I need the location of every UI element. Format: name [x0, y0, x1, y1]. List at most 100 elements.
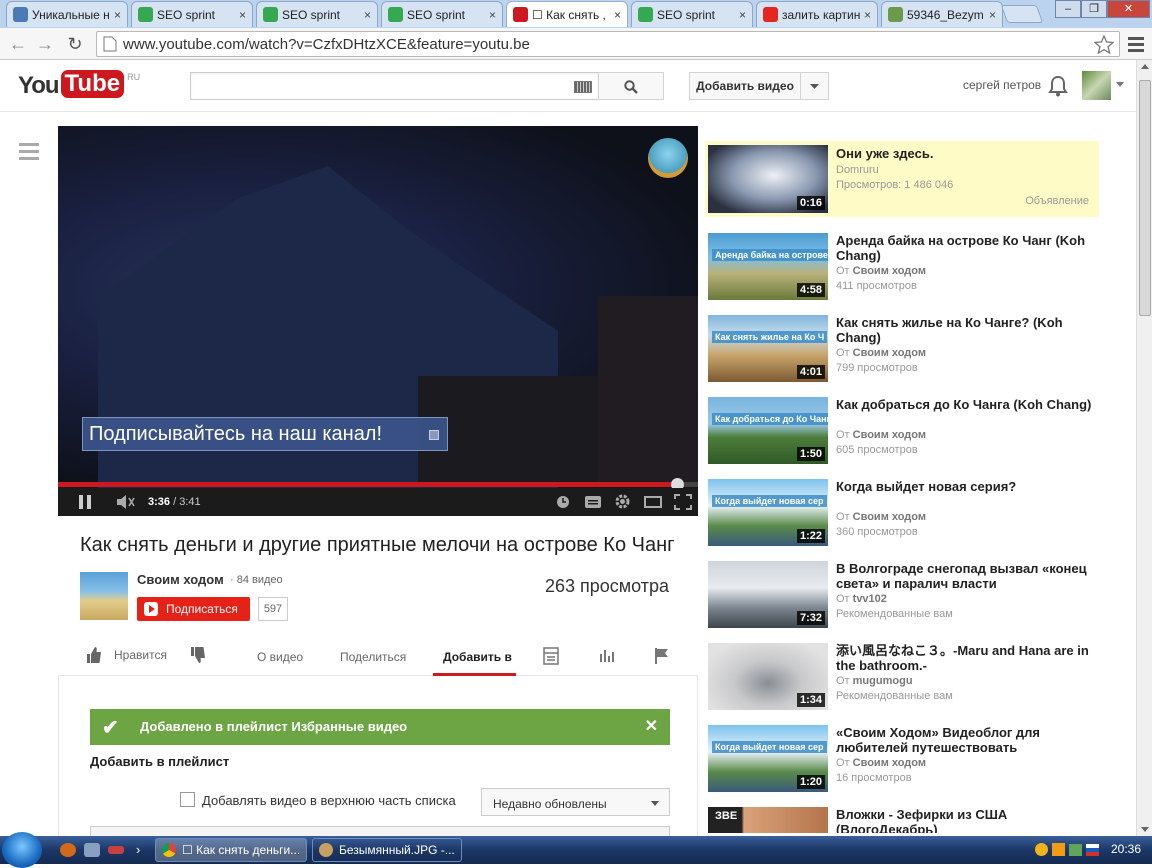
channel-link[interactable]: Своим ходом: [853, 757, 926, 769]
channel-link[interactable]: Своим ходом: [853, 265, 926, 277]
watch-later-icon[interactable]: [556, 495, 570, 511]
related-thumbnail[interactable]: 7:32: [708, 561, 828, 628]
search-button[interactable]: [598, 72, 664, 100]
tab-close-icon[interactable]: ×: [364, 8, 371, 22]
tray-network-icon[interactable]: [1069, 844, 1082, 856]
ad-thumbnail[interactable]: 0:16: [708, 145, 828, 213]
tab-close-icon[interactable]: ×: [239, 8, 246, 22]
annotation-subscribe[interactable]: Подписывайтесь на наш канал!: [82, 417, 448, 451]
related-title[interactable]: В Волгограде снегопад вызвал «конец свет…: [836, 561, 1096, 591]
statistics-icon[interactable]: [599, 648, 615, 664]
tab-close-icon[interactable]: ×: [739, 8, 746, 22]
related-thumbnail[interactable]: Как снять жилье на Ко Ч 4:01: [708, 315, 828, 382]
search-input[interactable]: [190, 72, 599, 100]
tab-add-to[interactable]: Добавить в: [433, 636, 516, 676]
related-title[interactable]: Как снять жилье на Ко Чанге? (Koh Chang): [836, 315, 1096, 345]
sidebar-ad[interactable]: 0:16 Они уже здесь. Domruru Просмотров: …: [705, 141, 1099, 217]
tab-close-icon[interactable]: ×: [489, 8, 496, 22]
scrollbar-thumb[interactable]: [1139, 80, 1151, 316]
back-icon[interactable]: ←: [6, 32, 30, 56]
channel-link[interactable]: mugumogu: [853, 675, 913, 687]
add-video-button[interactable]: Добавить видео: [689, 72, 801, 100]
related-video[interactable]: ЗВЕ Вложки - Зефирки из США (ВлогоДекабрь…: [707, 807, 1099, 833]
account-dropdown-icon[interactable]: [1116, 82, 1124, 87]
related-video[interactable]: Когда выйдет новая сер 1:20 «Своим Ходом» …: [707, 725, 1099, 793]
browser-tab[interactable]: Уникальные н ×: [6, 1, 128, 27]
network-icon[interactable]: [84, 843, 100, 857]
new-tab-button[interactable]: [1000, 5, 1044, 23]
minimize-button[interactable]: –: [1055, 0, 1081, 18]
language-flag-icon[interactable]: [1086, 844, 1099, 856]
channel-link[interactable]: Своим ходом: [853, 511, 926, 523]
related-thumbnail[interactable]: ЗВЕ: [708, 807, 828, 833]
tab-close-icon[interactable]: ×: [989, 8, 996, 22]
related-title[interactable]: Как добраться до Ко Чанга (Koh Chang): [836, 397, 1096, 412]
checkbox-label[interactable]: Добавлять видео в верхнюю часть списка: [202, 793, 456, 808]
subscribe-button[interactable]: Подписаться: [137, 597, 250, 621]
related-title[interactable]: Когда выйдет новая серия?: [836, 479, 1096, 494]
close-window-button[interactable]: ✕: [1107, 0, 1150, 18]
related-thumbnail[interactable]: Когда выйдет новая сер 1:22: [708, 479, 828, 546]
channel-name[interactable]: Своим ходом: [137, 572, 224, 587]
channel-link[interactable]: Своим ходом: [853, 347, 926, 359]
pause-icon[interactable]: [78, 494, 92, 510]
user-avatar[interactable]: [1082, 71, 1111, 100]
scroll-down-icon[interactable]: [1141, 827, 1149, 832]
browser-tab[interactable]: SEO sprint ×: [131, 1, 253, 27]
thumbs-down-icon[interactable]: [190, 646, 206, 664]
browser-tab[interactable]: 59346_Bezym ×: [881, 1, 1003, 27]
tab-share[interactable]: Поделиться: [340, 650, 406, 664]
related-title[interactable]: «Своим Ходом» Видеоблог для любителей пу…: [836, 725, 1096, 755]
username[interactable]: сергей петров: [963, 78, 1041, 92]
tray-app-icon[interactable]: [1052, 843, 1065, 856]
tab-close-icon[interactable]: ×: [864, 8, 871, 22]
keyboard-icon[interactable]: [574, 81, 592, 93]
scroll-up-icon[interactable]: [1141, 64, 1149, 69]
transcript-icon[interactable]: [543, 647, 559, 665]
bookmark-star-icon[interactable]: [1094, 35, 1114, 54]
related-title[interactable]: Аренда байка на острове Ко Чанг (Koh Cha…: [836, 233, 1096, 263]
fullscreen-icon[interactable]: [674, 494, 692, 510]
channel-avatar[interactable]: [80, 572, 128, 620]
related-video[interactable]: Как снять жилье на Ко Ч 4:01 Как снять жил…: [707, 315, 1099, 383]
related-thumbnail[interactable]: Когда выйдет новая сер 1:20: [708, 725, 828, 792]
settings-gear-icon[interactable]: [614, 493, 631, 509]
volume-icon[interactable]: [116, 494, 136, 510]
channel-link[interactable]: tvv102: [853, 593, 887, 605]
youtube-logo[interactable]: You Tube RU: [18, 68, 140, 100]
taskbar-task[interactable]: ☐ Как снять деньги...: [155, 838, 307, 862]
guide-menu-icon[interactable]: [19, 143, 39, 161]
app-icon[interactable]: [108, 846, 124, 854]
related-thumbnail[interactable]: 1:34: [708, 643, 828, 710]
thumbs-up-icon[interactable]: [86, 646, 102, 664]
channel-watermark[interactable]: [648, 138, 688, 178]
address-bar[interactable]: www.youtube.com/watch?v=CzfxDHtzXCE&feat…: [96, 31, 1120, 57]
add-video-dropdown[interactable]: [800, 72, 829, 100]
browser-tab[interactable]: SEO sprint ×: [256, 1, 378, 27]
tab-about[interactable]: О видео: [257, 650, 303, 664]
related-video[interactable]: Как добраться до Ко Чанга?1:50Как добрат…: [707, 397, 1099, 465]
browser-tab[interactable]: SEO sprint ×: [381, 1, 503, 27]
like-button[interactable]: Нравится: [114, 648, 167, 662]
ad-title[interactable]: Они уже здесь.: [836, 146, 933, 161]
start-button[interactable]: [2, 832, 42, 868]
video-player[interactable]: Подписывайтесь на наш канал! 3:36 / 3:41: [58, 126, 698, 516]
browser-tab[interactable]: SEO sprint ×: [631, 1, 753, 27]
notifications-bell-icon[interactable]: [1048, 75, 1068, 97]
related-thumbnail[interactable]: Аренда байка на острове 4:58: [708, 233, 828, 300]
captions-icon[interactable]: [585, 496, 601, 512]
reload-icon[interactable]: ↻: [63, 32, 87, 56]
taskbar-task[interactable]: Безымянный.JPG -...: [312, 838, 462, 862]
playlist-sort-select[interactable]: Недавно обновлены: [481, 788, 670, 816]
related-title[interactable]: Вложки - Зефирки из США (ВлогоДекабрь): [836, 807, 1096, 833]
related-title[interactable]: 添い風呂なねこ３。-Maru and Hana are in the bathr…: [836, 643, 1096, 673]
page-scrollbar[interactable]: [1136, 60, 1152, 836]
channel-link[interactable]: Своим ходом: [853, 429, 926, 441]
dismiss-close-icon[interactable]: ✕: [645, 716, 658, 736]
browser-tab[interactable]: ☐ Как снять , ×: [506, 1, 628, 27]
restore-button[interactable]: ❐: [1081, 0, 1107, 18]
firefox-icon[interactable]: [60, 843, 76, 857]
related-video[interactable]: Аренда байка на острове 4:58 Аренда байка …: [707, 233, 1099, 301]
quicklaunch-more-icon[interactable]: ›: [136, 842, 140, 857]
report-flag-icon[interactable]: [654, 647, 670, 664]
